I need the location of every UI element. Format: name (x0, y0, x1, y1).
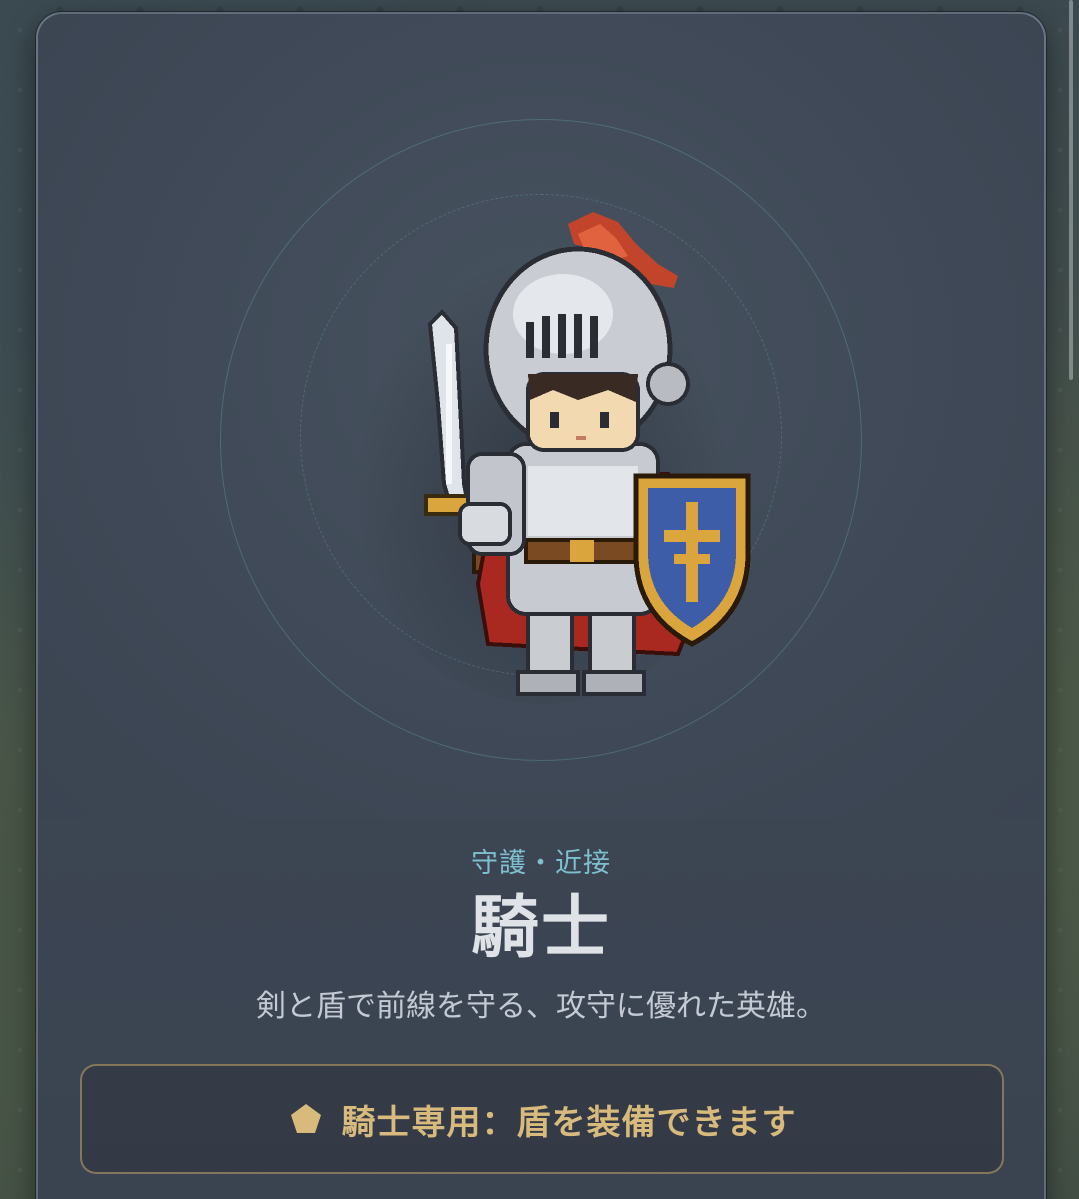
perk-text: 騎士専用：盾を装備できます (341, 1102, 797, 1143)
hero-role: 守護・近接 (471, 848, 611, 879)
hero-info: 守護・近接 騎士 剣と盾で前線を守る、攻守に優れた英雄。 (38, 819, 1044, 1025)
scrollbar[interactable] (1069, 0, 1073, 380)
pentagon-icon (290, 1104, 321, 1133)
hero-description: 剣と盾で前線を守る、攻守に優れた英雄。 (256, 988, 826, 1024)
knight-sprite-icon (424, 212, 751, 696)
hero-name: 騎士 (470, 889, 611, 968)
perk-banner[interactable]: 騎士専用：盾を装備できます (80, 1064, 1004, 1174)
hero-portrait-area (38, 14, 1044, 819)
hero-card[interactable]: 守護・近接 騎士 剣と盾で前線を守る、攻守に優れた英雄。 騎士専用：盾を装備でき… (36, 12, 1046, 1199)
